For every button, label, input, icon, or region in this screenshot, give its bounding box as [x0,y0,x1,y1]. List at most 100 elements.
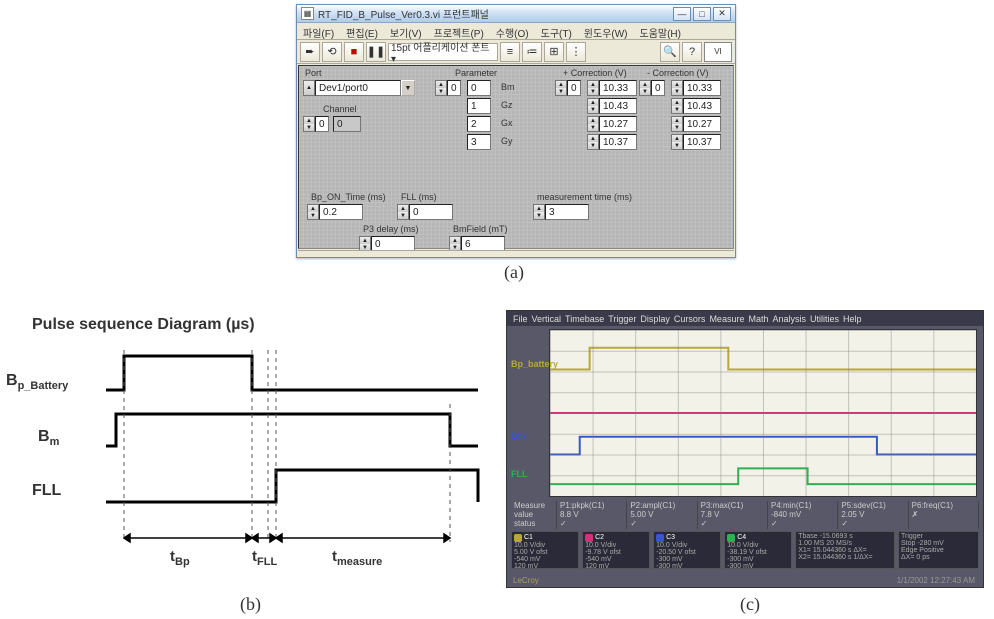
corrminus-idx-spinner[interactable]: ▲▼ [639,80,651,96]
pause-button[interactable]: ❚❚ [366,42,386,62]
close-button[interactable]: ✕ [713,7,731,21]
group-button[interactable]: ⊞ [544,42,564,62]
bp-on-label: Bp_ON_Time (ms) [311,192,386,202]
channel-idx-spinner[interactable]: ▲▼ [303,116,315,132]
scope-menu-vertical[interactable]: Vertical [532,314,562,324]
statusbar [298,250,734,256]
corrplus-spinner-1[interactable]: ▲▼ [587,98,599,114]
param-row-1[interactable]: 1 [467,98,491,114]
menu-help[interactable]: 도움말(H) [634,23,687,39]
menu-operate[interactable]: 수행(O) [490,23,535,39]
corrminus-idx[interactable]: 0 [651,80,665,96]
scope-menu-cursors[interactable]: Cursors [674,314,706,324]
corrminus-value-3[interactable]: 10.37 [683,134,721,150]
corrminus-spinner-1[interactable]: ▲▼ [671,98,683,114]
scope-brand: LeCroy [513,576,539,585]
maximize-button[interactable]: □ [693,7,711,21]
scope-menu-trigger[interactable]: Trigger [608,314,636,324]
fll-value[interactable]: 0 [409,204,453,220]
corrplus-spinner-3[interactable]: ▲▼ [587,134,599,150]
bp-on-value[interactable]: 0.2 [319,204,363,220]
scope-meas-3: P4:min(C1)-840 mV✓ [768,501,838,529]
corrplus-spinner-2[interactable]: ▲▼ [587,116,599,132]
channel-value[interactable]: 0 [333,116,361,132]
meas-hdr-1: value [514,510,553,519]
abort-button[interactable]: ■ [344,42,364,62]
reorder-button[interactable]: ⋮ [566,42,586,62]
corrplus-value-3[interactable]: 10.37 [599,134,637,150]
menu-view[interactable]: 보기(V) [384,23,428,39]
menu-tools[interactable]: 도구(T) [535,23,578,39]
corrminus-value-0[interactable]: 10.33 [683,80,721,96]
param-idx[interactable]: 0 [447,80,461,96]
menu-project[interactable]: 프로젝트(P) [428,23,490,39]
fll-spinner[interactable]: ▲▼ [397,204,409,220]
corrplus-idx[interactable]: 0 [567,80,581,96]
meas-spinner[interactable]: ▲▼ [533,204,545,220]
help-button-tb[interactable]: ? [682,42,702,62]
port-spinner[interactable]: ▲ [303,80,315,96]
run-button[interactable]: ➨ [300,42,320,62]
param-row-0[interactable]: 0 [467,80,491,96]
menu-edit[interactable]: 편집(E) [340,23,384,39]
t-bp-label: tBp [170,548,190,568]
corrminus-spinner-0[interactable]: ▲▼ [671,80,683,96]
corrplus-spinner-0[interactable]: ▲▼ [587,80,599,96]
scope-menu-utilities[interactable]: Utilities [810,314,839,324]
diagram-title: Pulse sequence Diagram (µs) [32,316,255,334]
channel-idx[interactable]: 0 [315,116,329,132]
titlebar[interactable]: ▦ RT_FID_B_Pulse_Ver0.3.vi 프런트패널 — □ ✕ [297,5,735,23]
param-row-2[interactable]: 2 [467,116,491,132]
port-dropdown-arrow[interactable]: ▼ [401,80,415,96]
toolbar: ➨ ⟲ ■ ❚❚ 15pt 어플리케이션 폰트 ▾ ≡ ≔ ⊞ ⋮ 🔍 ? VI [297,40,735,64]
search-button[interactable]: 🔍 [660,42,680,62]
font-selector[interactable]: 15pt 어플리케이션 폰트 ▾ [388,43,498,61]
param-row-3[interactable]: 3 [467,134,491,150]
scope-c4-label: FLL [511,469,528,479]
meas-hdr-0: Measure [514,501,553,510]
scope-meas-2: P3:max(C1)7.8 V✓ [698,501,768,529]
scope-timebase-card[interactable]: Tbase -15.0693 s 1.00 MS 20 MS/s X1= 15.… [795,531,895,569]
scope-menu-measure[interactable]: Measure [709,314,744,324]
corrplus-value-2[interactable]: 10.27 [599,116,637,132]
window-title: RT_FID_B_Pulse_Ver0.3.vi 프런트패널 [318,6,673,21]
run-cont-button[interactable]: ⟲ [322,42,342,62]
param-idx-spinner[interactable]: ▲▼ [435,80,447,96]
meas-value[interactable]: 3 [545,204,589,220]
scope-menu-help[interactable]: Help [843,314,862,324]
scope-meas-1: P2:ampl(C1)5.00 V✓ [627,501,697,529]
fll-label: FLL (ms) [401,192,437,202]
menu-window[interactable]: 윈도우(W) [578,23,634,39]
scope-menu-timebase[interactable]: Timebase [565,314,604,324]
scope-menu-display[interactable]: Display [640,314,670,324]
distribute-button[interactable]: ≔ [522,42,542,62]
scope-ch-card-3[interactable]: C3 10.0 V/div-20.50 V ofst-300 mV-300 mV… [653,531,721,569]
corrplus-idx-spinner[interactable]: ▲▼ [555,80,567,96]
minimize-button[interactable]: — [673,7,691,21]
corrminus-value-1[interactable]: 10.43 [683,98,721,114]
align-button[interactable]: ≡ [500,42,520,62]
corrplus-value-1[interactable]: 10.43 [599,98,637,114]
scope-ch-card-2[interactable]: C2 10.0 V/div-9.78 V ofst-540 mV120 mVΔv [582,531,650,569]
scope-ch-card-1[interactable]: C1 10.0 V/div5.00 V ofst-540 mV120 mVΔv [511,531,579,569]
corrminus-spinner-3[interactable]: ▲▼ [671,134,683,150]
corrminus-spinner-2[interactable]: ▲▼ [671,116,683,132]
scope-menu-file[interactable]: File [513,314,528,324]
menu-file[interactable]: 파일(F) [297,23,340,39]
scope-menu-math[interactable]: Math [748,314,768,324]
corrminus-value-2[interactable]: 10.27 [683,116,721,132]
scope-measure-strip: Measure value status P1:pkpk(C1)8.8 V✓ P… [511,501,979,529]
corrplus-value-0[interactable]: 10.33 [599,80,637,96]
port-select[interactable]: Dev1/port0 [315,80,401,96]
vi-icon[interactable]: VI [704,42,732,62]
scope-trigger-card[interactable]: Trigger Stop -280 mV Edge Positive ΔX= 0… [898,531,979,569]
channel-label: Channel [323,104,357,114]
p3-label: P3 delay (ms) [363,224,419,234]
bp-on-spinner[interactable]: ▲▼ [307,204,319,220]
scope-ch-card-4[interactable]: C4 10.0 V/div-38.19 V ofst-300 mV-300 mV… [724,531,792,569]
scope-menu-analysis[interactable]: Analysis [772,314,806,324]
scope-grid[interactable] [549,329,977,497]
front-panel: Port ▲ Dev1/port0 ▼ Channel ▲▼ 0 0 Param… [298,65,734,249]
window-icon: ▦ [301,7,314,20]
caption-c: (c) [740,594,760,615]
